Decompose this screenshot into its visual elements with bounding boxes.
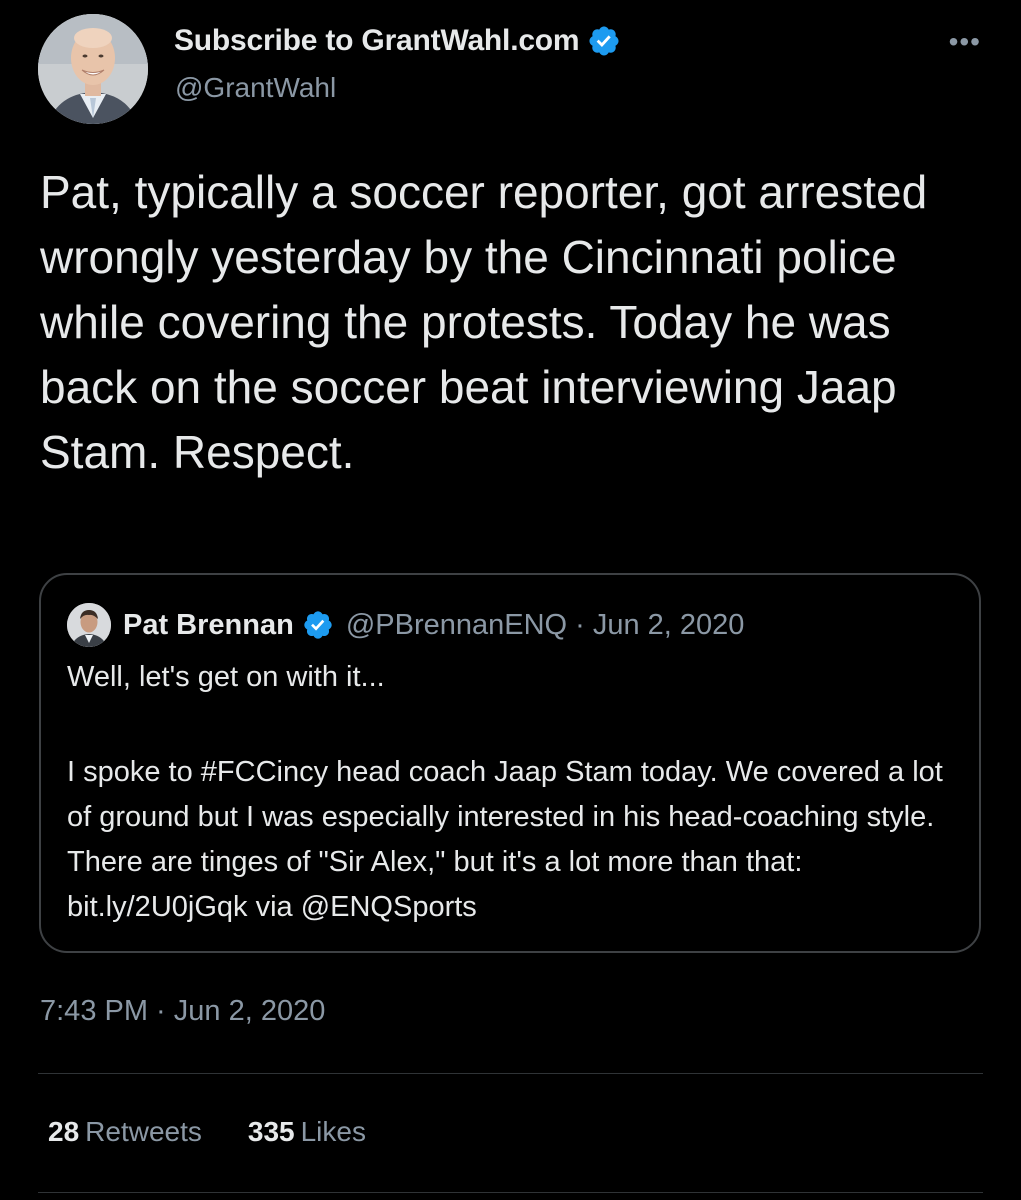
likes-stat[interactable]: 335 Likes (248, 1116, 366, 1148)
divider (38, 1073, 983, 1074)
retweets-stat[interactable]: 28 Retweets (48, 1116, 202, 1148)
profile-photo-icon (38, 14, 148, 124)
quoted-tweet-card[interactable]: Pat Brennan @PBrennanENQ · Jun 2, 2020 W… (39, 573, 981, 953)
likes-count: 335 (247, 1116, 295, 1147)
quoted-text-paragraph: I spoke to #FCCincy head coach Jaap Stam… (67, 756, 943, 923)
author-display-name[interactable]: Subscribe to GrantWahl.com (174, 24, 580, 58)
tweet-text: Pat, typically a soccer reporter, got ar… (40, 166, 928, 478)
quoted-author-avatar[interactable] (67, 603, 111, 647)
quoted-author-name[interactable]: Pat Brennan (123, 609, 294, 642)
quoted-tweet-header: Pat Brennan @PBrennanENQ · Jun 2, 2020 (67, 603, 744, 647)
retweets-label: Retweets (85, 1116, 202, 1147)
author-name-row[interactable]: Subscribe to GrantWahl.com (174, 24, 621, 58)
quoted-verified-badge-icon (304, 611, 332, 639)
quoted-handle-date: @PBrennanENQ · Jun 2, 2020 (345, 608, 745, 641)
likes-label: Likes (300, 1116, 366, 1147)
verified-badge-icon (589, 26, 619, 56)
engagement-stats: 28 Retweets 335 Likes (48, 1116, 412, 1148)
author-handle[interactable]: @GrantWahl (175, 72, 336, 104)
retweets-count: 28 (48, 1116, 80, 1147)
tweet-detail: Subscribe to GrantWahl.com @GrantWahl ••… (0, 0, 1021, 1200)
quoted-profile-photo-icon (67, 603, 111, 647)
divider (38, 1192, 983, 1193)
more-options-icon[interactable]: ••• (949, 28, 981, 56)
author-avatar[interactable] (38, 14, 148, 124)
tweet-timestamp[interactable]: 7:43 PM · Jun 2, 2020 (40, 995, 325, 1028)
quoted-text-line: Well, let's get on with it... (67, 661, 385, 693)
